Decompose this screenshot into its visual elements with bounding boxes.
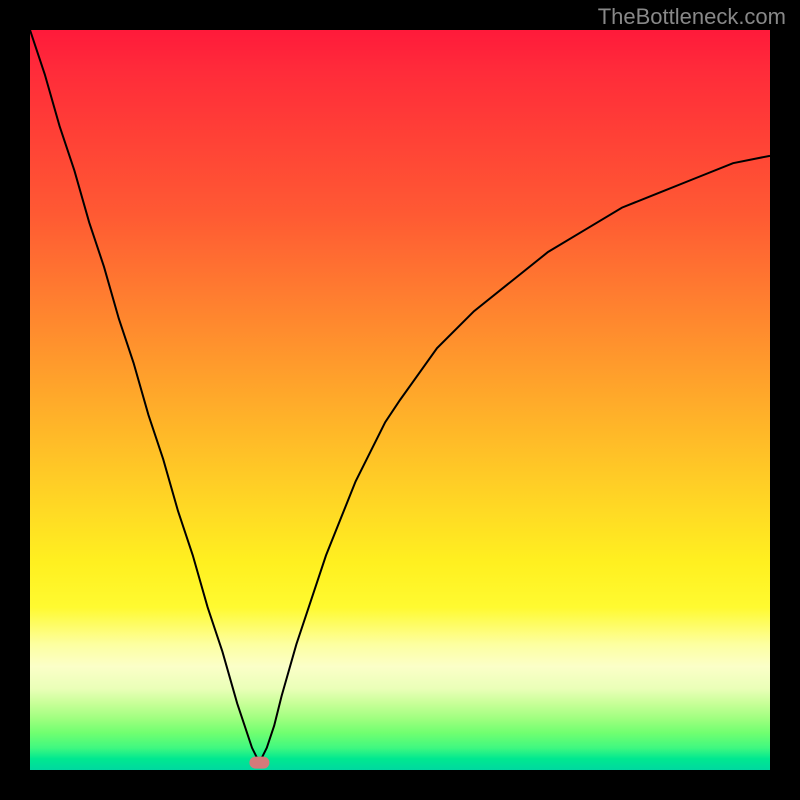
watermark-text: TheBottleneck.com (598, 4, 786, 30)
plot-area (30, 30, 770, 770)
curve-svg (30, 30, 770, 770)
chart-container: TheBottleneck.com (0, 0, 800, 800)
bottleneck-curve (30, 30, 770, 763)
minimum-marker (249, 757, 269, 769)
